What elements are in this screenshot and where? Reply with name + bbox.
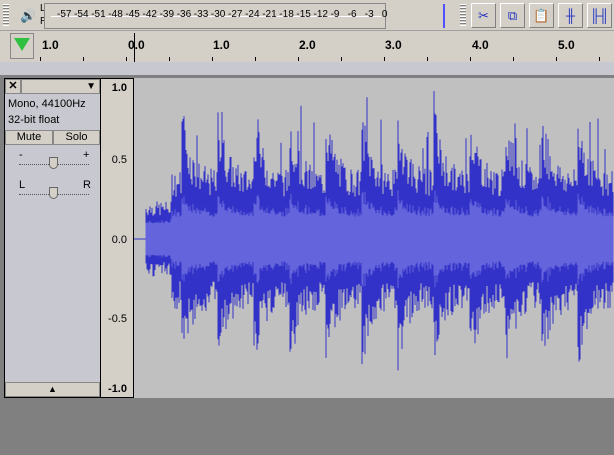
waveform-area[interactable] bbox=[134, 78, 614, 398]
amplitude-label: -0.5 bbox=[108, 313, 127, 325]
ruler-label: 4.0 bbox=[472, 38, 489, 52]
meter-tick: -45 bbox=[125, 9, 140, 20]
ruler-label: 1.0 bbox=[42, 38, 59, 52]
meter-tick: 0 bbox=[381, 9, 388, 20]
silence-icon[interactable]: ╟╢ bbox=[587, 3, 612, 28]
amplitude-label: 0.5 bbox=[111, 154, 127, 166]
gain-min-label: - bbox=[19, 149, 23, 161]
meter-tick: -51 bbox=[91, 9, 106, 20]
amplitude-label: 1.0 bbox=[111, 82, 127, 94]
copy-icon[interactable]: ⧉ bbox=[500, 3, 525, 28]
meter-tick: -36 bbox=[176, 9, 192, 20]
ruler-label: 1.0 bbox=[213, 38, 230, 52]
gain-slider-thumb[interactable] bbox=[49, 157, 58, 169]
meter-peak bbox=[443, 4, 445, 28]
meter-tick: -42 bbox=[142, 9, 157, 20]
toolbar-grip[interactable] bbox=[460, 4, 466, 26]
meter-tick: -18 bbox=[279, 9, 294, 20]
meter-tick: -15 bbox=[296, 9, 311, 20]
ruler-label: 3.0 bbox=[385, 38, 402, 52]
cut-icon[interactable]: ✂ bbox=[471, 3, 496, 28]
output-level-meter[interactable]: -57 -54 -51 -48 -45 -42 -39 -36 -33 -30 -27 -24 -21-… bbox=[44, 3, 445, 29]
close-track-icon[interactable]: ✕ bbox=[5, 79, 21, 94]
ruler-label: 5.0 bbox=[558, 38, 575, 52]
gain-max-label: + bbox=[83, 149, 90, 161]
meter-tick: -57 bbox=[57, 9, 72, 20]
meter-tick: -48 bbox=[108, 9, 123, 20]
meter-tick: -24 bbox=[245, 9, 260, 20]
track-format: Mono, 44100Hz bbox=[8, 98, 86, 110]
meter-tick: -12 bbox=[313, 9, 328, 20]
meter-tick: -39 bbox=[159, 9, 175, 20]
trim-icon[interactable]: ╫ bbox=[558, 3, 583, 28]
solo-button[interactable]: Solo bbox=[53, 130, 100, 145]
track-menu-dropdown[interactable]: ▼ bbox=[21, 79, 100, 94]
track-bit-depth: 32-bit float bbox=[8, 114, 60, 126]
pan-left-label: L bbox=[19, 179, 26, 191]
ruler-strip bbox=[0, 62, 614, 75]
ruler-label: 2.0 bbox=[299, 38, 316, 52]
meter-tick: -21 bbox=[262, 9, 277, 20]
timeline-ruler[interactable]: 1.0 0.0 1.0 2.0 3.0 4.0 5.0 bbox=[0, 31, 614, 62]
amplitude-label: -1.0 bbox=[108, 383, 127, 395]
toolbar-grip[interactable] bbox=[3, 4, 9, 26]
ruler-label: 0.0 bbox=[128, 38, 145, 52]
meter-tick: -30 bbox=[210, 9, 226, 20]
paste-icon[interactable]: 📋 bbox=[529, 3, 554, 28]
collapse-track-button[interactable]: ▲ bbox=[5, 382, 100, 397]
meter-tick: -33 bbox=[193, 9, 209, 20]
amplitude-label: 0.0 bbox=[111, 234, 127, 246]
toolbar: 🔊 L R -57-54-51-48-45-42-39-36-33-30-27-… bbox=[0, 0, 614, 31]
pan-slider-thumb[interactable] bbox=[49, 187, 58, 199]
mute-button[interactable]: Mute bbox=[5, 130, 53, 145]
meter-tick: -6 bbox=[347, 9, 357, 20]
play-indicator-icon bbox=[10, 33, 34, 59]
meter-tick: -27 bbox=[228, 9, 243, 20]
track-control-panel: ✕ ▼ Mono, 44100Hz 32-bit float Mute Solo… bbox=[4, 78, 101, 398]
pan-right-label: R bbox=[83, 179, 91, 191]
vertical-ruler: 1.0 0.5 0.0 -0.5 -1.0 bbox=[101, 78, 134, 398]
waveform bbox=[134, 91, 614, 371]
meter-tick: -9 bbox=[330, 9, 340, 20]
meter-tick: -3 bbox=[364, 9, 374, 20]
meter-tick: -54 bbox=[74, 9, 89, 20]
speaker-icon[interactable]: 🔊 bbox=[20, 8, 36, 24]
